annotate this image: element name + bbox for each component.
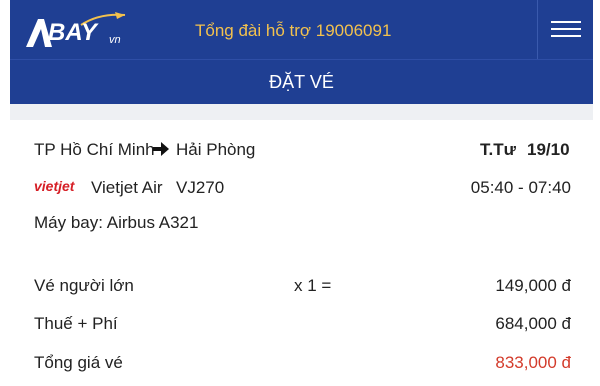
airline-name: Vietjet Air: [91, 178, 163, 197]
flight-date: 19/10: [527, 140, 570, 159]
hotline-text[interactable]: Tổng đài hỗ trợ 19006091: [195, 21, 391, 41]
hamburger-icon: [551, 21, 581, 23]
arrow-right-icon: [153, 142, 169, 156]
total-fare-price: 833,000 đ: [495, 353, 571, 372]
page-title: ĐẶT VÉ: [269, 72, 334, 92]
origin-city: TP Hồ Chí Minh: [34, 140, 155, 159]
flight-day: T.Tư: [480, 140, 516, 159]
abay-logo[interactable]: BAY vn: [24, 9, 129, 47]
hamburger-icon-line: [551, 35, 581, 37]
destination-city: Hải Phòng: [176, 140, 256, 159]
aircraft-type: Máy bay: Airbus A321: [34, 213, 199, 232]
logo-text: BAY: [48, 19, 97, 46]
flight-time: 05:40 - 07:40: [470, 178, 571, 197]
adult-fare-price: 149,000 đ: [495, 276, 571, 295]
total-fare-label: Tổng giá vé: [34, 353, 123, 372]
tax-fee-price: 684,000 đ: [495, 314, 571, 333]
tax-fee-label: Thuế + Phí: [34, 314, 118, 333]
vietjet-logo: vietjet: [34, 178, 75, 194]
logo-suffix: vn: [109, 34, 121, 46]
adult-quantity: x 1 =: [294, 276, 332, 295]
booking-page: BAY vn Tổng đài hỗ trợ 19006091 ĐẶT VÉ T…: [0, 0, 600, 386]
menu-button[interactable]: [537, 0, 593, 59]
adult-fare-label: Vé người lớn: [34, 276, 134, 295]
card-divider: [10, 104, 593, 120]
top-header: BAY vn Tổng đài hỗ trợ 19006091: [10, 0, 593, 59]
flight-number: VJ270: [176, 178, 225, 197]
page-title-bar: ĐẶT VÉ: [10, 59, 593, 104]
hamburger-icon-line: [551, 28, 581, 30]
